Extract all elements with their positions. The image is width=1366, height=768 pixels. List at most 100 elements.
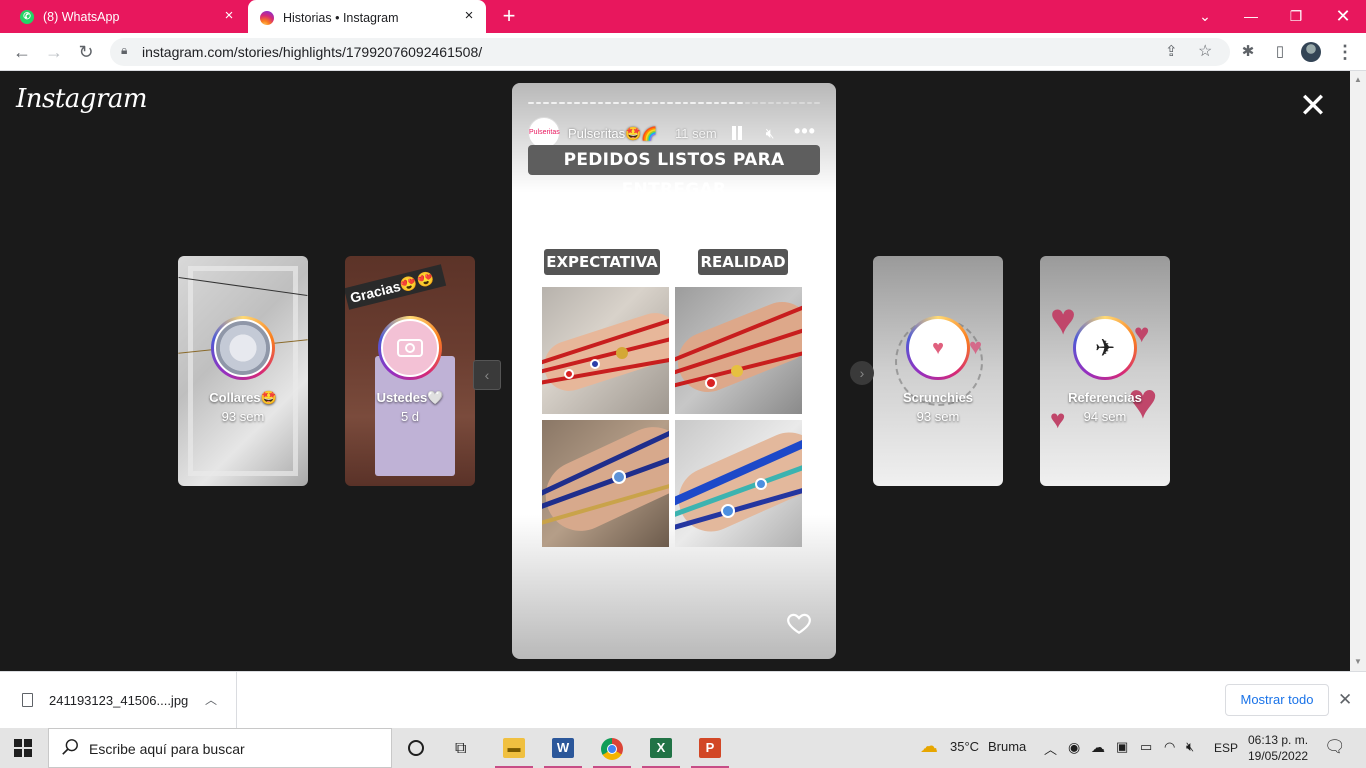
- taskbar-word[interactable]: W: [542, 728, 584, 768]
- page-scrollbar[interactable]: ▲ ▼: [1350, 71, 1366, 671]
- bookmark-star-icon[interactable]: ☆: [1198, 41, 1212, 61]
- close-tab-icon[interactable]: ×: [462, 8, 476, 23]
- weather-desc[interactable]: Bruma: [988, 739, 1026, 754]
- progress-segment: [605, 102, 612, 104]
- progress-segment: [682, 102, 689, 104]
- new-tab-button[interactable]: +: [498, 5, 520, 27]
- progress-segment: [783, 102, 790, 104]
- highlight-card-collares[interactable]: Collares🤩 93 sem: [178, 256, 308, 486]
- meet-icon[interactable]: ▣: [1116, 739, 1128, 755]
- previous-story-button[interactable]: ‹: [473, 360, 501, 390]
- highlight-name: Scrunchies: [902, 390, 974, 405]
- highlight-age: 5 d: [400, 409, 420, 424]
- forward-button[interactable]: →: [42, 40, 66, 64]
- instagram-icon: [260, 10, 274, 25]
- wifi-icon[interactable]: ◠: [1164, 739, 1175, 755]
- story-card[interactable]: Pulseritas Pulseritas🤩🌈 11 sem 🔇︎ ••• PE…: [512, 83, 836, 659]
- taskbar-clock[interactable]: 06:13 p. m. 19/05/2022: [1248, 732, 1308, 764]
- tab-label: Historias • Instagram: [283, 10, 399, 25]
- progress-segment: [775, 102, 782, 104]
- weather-temp[interactable]: 35°C: [950, 739, 979, 754]
- cortana-button[interactable]: [396, 728, 438, 768]
- gracias-sticker: Gracias😍😍: [345, 264, 447, 310]
- story-username[interactable]: Pulseritas🤩🌈: [568, 126, 657, 142]
- battery-icon[interactable]: ▭: [1140, 739, 1152, 755]
- like-heart-icon[interactable]: [786, 610, 812, 636]
- tab-instagram[interactable]: Historias • Instagram ×: [248, 0, 486, 35]
- progress-segment: [644, 102, 650, 104]
- volume-muted-icon[interactable]: 🔇︎: [1186, 739, 1194, 755]
- close-window-button[interactable]: ✕: [1330, 4, 1356, 28]
- progress-segment: [798, 102, 805, 104]
- progress-segment: [535, 102, 542, 104]
- task-view-button[interactable]: ⧉: [443, 728, 485, 768]
- story-progress-bar: [528, 102, 820, 104]
- muted-speaker-icon[interactable]: 🔇︎: [759, 123, 781, 143]
- side-panel-icon[interactable]: ▯: [1268, 40, 1292, 64]
- share-icon[interactable]: ⇪: [1165, 42, 1178, 60]
- url-text: instagram.com/stories/highlights/1799207…: [142, 44, 483, 60]
- label-realidad: REALIDAD: [698, 249, 788, 275]
- search-icon: [62, 739, 78, 755]
- chevron-up-icon[interactable]: ︿: [1044, 739, 1057, 758]
- highlight-avatar: [378, 316, 442, 380]
- highlight-age: 93 sem: [221, 409, 265, 424]
- tab-whatsapp[interactable]: ✆ (8) WhatsApp ×: [8, 0, 246, 33]
- progress-segment: [667, 102, 673, 104]
- more-options-icon[interactable]: •••: [794, 122, 816, 143]
- extensions-icon[interactable]: ✱: [1236, 40, 1260, 64]
- address-bar[interactable]: 🔒︎ instagram.com/stories/highlights/1799…: [110, 38, 1230, 66]
- close-stories-button[interactable]: ✕: [1298, 89, 1328, 123]
- taskbar-chrome[interactable]: [591, 728, 633, 768]
- taskbar-powerpoint[interactable]: P: [689, 728, 731, 768]
- downloads-bar: 241193123_41506....jpg ︿ Mostrar todo ✕: [0, 671, 1366, 729]
- progress-segment: [597, 102, 604, 104]
- file-icon: [22, 693, 33, 707]
- word-icon: W: [552, 738, 574, 758]
- taskbar-file-explorer[interactable]: ▬: [493, 728, 535, 768]
- back-button[interactable]: ←: [10, 40, 34, 64]
- profile-avatar[interactable]: [1299, 40, 1323, 64]
- chevron-up-icon[interactable]: ︿: [205, 691, 217, 708]
- lock-icon[interactable]: 🔒︎: [121, 43, 127, 58]
- highlight-card-referencias[interactable]: ♥ ♥ ♥ ♥ ✈︎ Referencias 94 sem: [1040, 256, 1170, 486]
- minimize-button[interactable]: —: [1238, 4, 1264, 28]
- progress-segment: [636, 102, 643, 104]
- progress-segment: [589, 102, 596, 104]
- taskbar-search-box[interactable]: Escribe aquí para buscar: [48, 728, 392, 768]
- photo-realidad-red: [675, 287, 802, 414]
- restore-button[interactable]: ❐: [1283, 4, 1309, 28]
- highlight-age: 94 sem: [1083, 409, 1127, 424]
- reload-button[interactable]: ↻: [74, 40, 98, 64]
- tab-strip: ✆ (8) WhatsApp × Historias • Instagram ×…: [0, 0, 1366, 35]
- record-icon[interactable]: ◉: [1068, 739, 1080, 756]
- taskbar-excel[interactable]: X: [640, 728, 682, 768]
- progress-segment: [659, 102, 666, 104]
- tab-search-icon[interactable]: ⌄: [1192, 4, 1218, 28]
- close-tab-icon[interactable]: ×: [222, 8, 236, 23]
- weather-icon[interactable]: ☁: [920, 736, 938, 757]
- progress-segment: [543, 102, 550, 104]
- highlight-name: Collares🤩: [209, 390, 277, 405]
- progress-segment: [767, 102, 774, 104]
- highlight-card-scrunchies[interactable]: ♥ ♥ Scrunchies 93 sem: [873, 256, 1003, 486]
- windows-start-icon[interactable]: [14, 739, 32, 757]
- close-downloads-icon[interactable]: ✕: [1338, 690, 1352, 710]
- highlight-card-ustedes[interactable]: Gracias😍😍 Ustedes🤍 5 d: [345, 256, 475, 486]
- progress-segment: [814, 102, 820, 104]
- menu-icon[interactable]: ⋮: [1333, 40, 1357, 64]
- instagram-logo[interactable]: Instagram: [16, 84, 148, 114]
- photo-realidad-blue: [675, 420, 802, 547]
- photo-expectativa-red: [542, 287, 669, 414]
- language-indicator[interactable]: ESP: [1214, 741, 1238, 755]
- progress-segment: [806, 102, 813, 104]
- next-story-button[interactable]: ›: [850, 361, 874, 385]
- progress-segment: [705, 102, 712, 104]
- onedrive-icon[interactable]: ☁: [1091, 739, 1105, 756]
- show-all-button[interactable]: Mostrar todo: [1225, 684, 1329, 716]
- notifications-icon[interactable]: 🗨︎: [1324, 737, 1346, 757]
- browser-toolbar: ← → ↻ 🔒︎ instagram.com/stories/highlight…: [0, 33, 1366, 71]
- pause-icon[interactable]: [730, 125, 744, 141]
- whatsapp-icon: ✆: [20, 9, 34, 24]
- download-item[interactable]: 241193123_41506....jpg ︿: [0, 672, 237, 729]
